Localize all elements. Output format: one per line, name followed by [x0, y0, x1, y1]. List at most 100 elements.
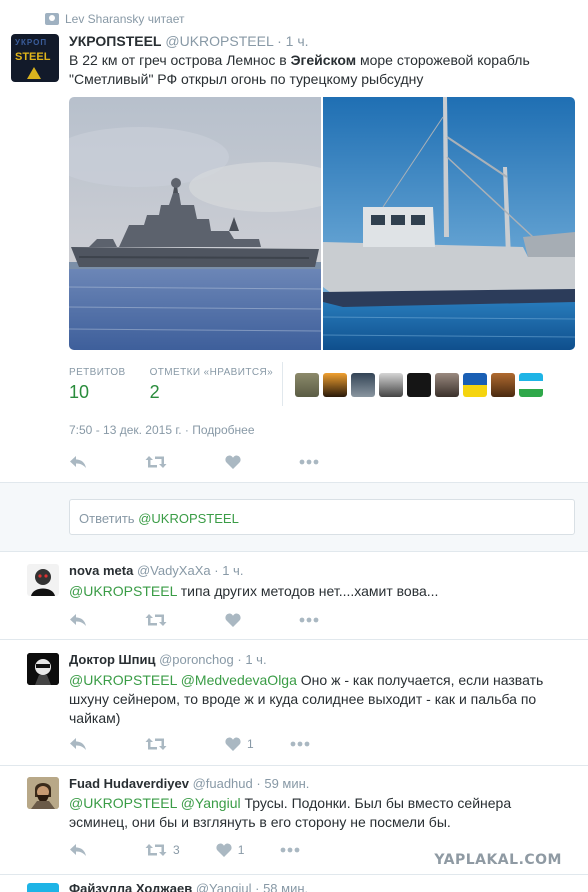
trident-icon	[27, 67, 41, 79]
retweet-button[interactable]	[145, 737, 167, 751]
fishing-boat-photo[interactable]	[323, 97, 575, 350]
avatar-text-top: УКРОП	[15, 38, 48, 47]
reply-tweet[interactable]: nova meta @VadyXaXa · 1 ч. @UKROPSTEEL т…	[0, 551, 588, 639]
reply-time[interactable]: 1 ч.	[245, 652, 266, 667]
reply-button[interactable]	[69, 613, 87, 627]
reply-header: Fuad Hudaverdiyev @fuadhud · 59 мин.	[69, 776, 310, 791]
liker-avatar[interactable]	[323, 373, 347, 397]
retweet-button[interactable]: 3	[145, 843, 180, 857]
reply-author-handle[interactable]: @VadyXaXa	[137, 563, 211, 578]
reply-text: @UKROPSTEEL @Yangiul Трусы. Подонки. Был…	[69, 794, 569, 832]
reply-time[interactable]: 1 ч.	[222, 563, 243, 578]
retweets-stat[interactable]: РЕТВИТОВ 10	[69, 367, 126, 403]
likes-label: ОТМЕТКИ «НРАВИТСЯ»	[149, 367, 274, 378]
header-separator: ·	[277, 33, 282, 49]
liker-avatar[interactable]	[463, 373, 487, 397]
like-button[interactable]	[225, 613, 241, 627]
like-count: 1	[247, 737, 254, 751]
likes-stat[interactable]: ОТМЕТКИ «НРАВИТСЯ» 2	[150, 367, 273, 403]
liker-avatar[interactable]	[351, 373, 375, 397]
reply-text: @UKROPSTEEL типа других методов нет....х…	[69, 582, 569, 601]
reply-avatar[interactable]	[27, 777, 59, 809]
tweet-time[interactable]: 1 ч.	[286, 33, 309, 49]
avatar-text-bottom: STEEL	[15, 51, 51, 63]
more-icon	[299, 459, 319, 465]
reply-header: Доктор Шпиц @poronchog · 1 ч.	[69, 652, 267, 667]
reply-author-handle[interactable]: @Yangiul	[196, 881, 252, 892]
tweet-stats: РЕТВИТОВ 10 ОТМЕТКИ «НРАВИТСЯ» 2	[69, 367, 297, 403]
liker-avatar[interactable]	[295, 373, 319, 397]
likers-avatars	[295, 373, 543, 397]
follow-context-text: Lev Sharansky читает	[65, 12, 185, 26]
author-name[interactable]: УКРОПSTEEL	[69, 33, 161, 49]
reply-input[interactable]: Ответить @UKROPSTEEL	[69, 499, 575, 535]
details-link[interactable]: Подробнее	[192, 423, 254, 437]
more-icon	[290, 741, 310, 747]
retweet-icon	[145, 844, 167, 856]
retweet-icon	[145, 614, 167, 626]
heart-icon	[225, 613, 241, 627]
retweet-icon	[145, 738, 167, 750]
author-handle[interactable]: @UKROPSTEEL	[165, 33, 273, 49]
reply-author-handle[interactable]: @fuadhud	[193, 776, 253, 791]
more-button[interactable]	[280, 847, 300, 853]
tweet-text: В 22 км от греч острова Лемнос в Эгейско…	[69, 51, 569, 89]
retweets-value: 10	[69, 382, 90, 402]
stats-divider	[282, 362, 283, 406]
liker-avatar[interactable]	[519, 373, 543, 397]
reply-button[interactable]	[69, 843, 87, 857]
timestamp-text[interactable]: 7:50 - 13 дек. 2015 г.	[69, 423, 182, 437]
liker-avatar[interactable]	[407, 373, 431, 397]
heart-icon	[216, 843, 232, 857]
reply-author-handle[interactable]: @poronchog	[159, 652, 234, 667]
retweet-button[interactable]	[145, 613, 167, 627]
tweet-media[interactable]	[69, 97, 575, 350]
reply-time[interactable]: 59 мин.	[264, 776, 309, 791]
user-icon	[45, 13, 59, 25]
follow-context: Lev Sharansky читает	[45, 12, 184, 26]
tweet-timestamp: 7:50 - 13 дек. 2015 г. · Подробнее	[69, 423, 255, 437]
like-button[interactable]: 1	[216, 843, 245, 857]
likes-value: 2	[149, 382, 160, 402]
reply-mention[interactable]: @UKROPSTEEL @MedvedevaOlga	[69, 672, 297, 688]
reply-author-name[interactable]: nova meta	[69, 563, 133, 578]
reply-icon	[70, 456, 86, 468]
liker-avatar[interactable]	[491, 373, 515, 397]
tweet-text-part: В 22 км от греч острова Лемнос в	[69, 52, 291, 68]
reply-mention: @UKROPSTEEL	[138, 511, 239, 526]
reply-actions: 1	[69, 737, 332, 751]
reply-avatar[interactable]	[27, 653, 59, 685]
tweet-header: УКРОПSTEEL @UKROPSTEEL · 1 ч.	[69, 33, 309, 49]
reply-mention[interactable]: @UKROPSTEEL	[69, 583, 177, 599]
retweet-count: 3	[173, 843, 180, 857]
heart-icon	[225, 737, 241, 751]
reply-avatar[interactable]	[27, 564, 59, 596]
reply-avatar[interactable]	[27, 883, 59, 892]
like-button[interactable]: 1	[225, 737, 254, 751]
liker-avatar[interactable]	[379, 373, 403, 397]
reply-time[interactable]: 58 мин.	[263, 881, 308, 892]
like-count: 1	[237, 843, 245, 857]
reply-button[interactable]	[69, 455, 87, 469]
warship-photo[interactable]	[69, 97, 321, 350]
more-button[interactable]	[299, 617, 319, 623]
liker-avatar[interactable]	[435, 373, 459, 397]
retweet-button[interactable]	[145, 455, 167, 469]
reply-icon	[70, 844, 86, 856]
reply-author-name[interactable]: Fuad Hudaverdiyev	[69, 776, 189, 791]
reply-text: @UKROPSTEEL @MedvedevaOlga Оно ж - как п…	[69, 671, 569, 728]
heart-icon	[225, 455, 241, 469]
reply-mention[interactable]: @UKROPSTEEL @Yangiul	[69, 795, 241, 811]
reply-author-name[interactable]: Файзулла Ходжаев	[69, 881, 192, 892]
more-button[interactable]	[290, 741, 310, 747]
reply-author-name[interactable]: Доктор Шпиц	[69, 652, 155, 667]
reply-icon	[70, 738, 86, 750]
reply-placeholder: Ответить	[79, 511, 139, 526]
reply-button[interactable]	[69, 737, 87, 751]
author-avatar[interactable]: УКРОП STEEL	[11, 34, 59, 82]
reply-tweet[interactable]: Доктор Шпиц @poronchog · 1 ч. @UKROPSTEE…	[0, 639, 588, 765]
more-button[interactable]	[299, 459, 319, 465]
reply-tweet[interactable]: Файзулла Ходжаев @Yangiul · 58 мин.	[0, 874, 588, 892]
more-icon	[299, 617, 319, 623]
like-button[interactable]	[225, 455, 241, 469]
